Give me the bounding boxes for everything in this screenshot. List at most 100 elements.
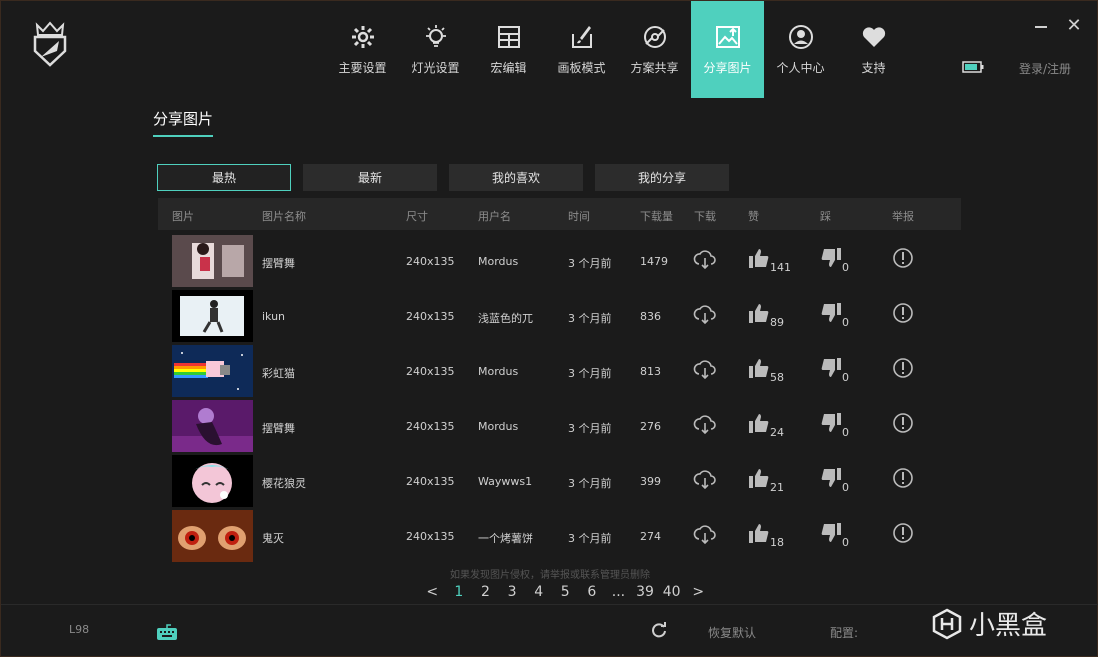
cell-time: 3 个月前 — [568, 312, 612, 325]
login-link[interactable]: 登录/注册 — [1019, 60, 1071, 77]
cell-size: 240x135 — [406, 420, 455, 433]
grid-icon — [495, 23, 523, 51]
cell-user: 浅蓝色的兀 — [478, 312, 533, 325]
page-button[interactable]: 1 — [446, 584, 473, 600]
download-icon[interactable] — [693, 302, 717, 326]
nav-label: 个人中心 — [776, 61, 825, 75]
column-header: 下载量 — [640, 210, 673, 223]
nav-item-0[interactable]: 主要设置 — [326, 1, 399, 98]
cell-name: ikun — [262, 310, 286, 323]
table-row: ikun 240x135 浅蓝色的兀 3 个月前 836 89 0 — [158, 288, 961, 343]
like-icon[interactable] — [748, 412, 772, 436]
tab-1[interactable]: 最新 — [303, 164, 437, 191]
thumbnail-image[interactable] — [172, 510, 253, 562]
nav-item-6[interactable]: 个人中心 — [764, 1, 837, 98]
report-icon[interactable] — [892, 467, 916, 491]
cell-time: 3 个月前 — [568, 257, 612, 270]
page-button[interactable]: 3 — [499, 584, 526, 600]
heart-icon — [860, 23, 888, 51]
cell-time: 3 个月前 — [568, 367, 612, 380]
table-row: 樱花狼灵 240x135 Waywws1 3 个月前 399 21 0 — [158, 453, 961, 508]
cell-name: 樱花狼灵 — [262, 477, 306, 490]
download-icon[interactable] — [693, 467, 717, 491]
thumbnail-image[interactable] — [172, 400, 253, 452]
prev-page-button[interactable]: < — [419, 584, 446, 600]
page-button[interactable]: 40 — [658, 584, 685, 600]
report-icon[interactable] — [892, 247, 916, 271]
column-header: 时间 — [568, 210, 590, 223]
dislike-icon[interactable] — [820, 412, 844, 436]
watermark-text: 小黑盒 — [969, 611, 1048, 641]
thumbnail-image[interactable] — [172, 345, 253, 397]
thumbnail-image[interactable] — [172, 235, 253, 287]
tab-2[interactable]: 我的喜欢 — [449, 164, 583, 191]
nav-label: 宏编辑 — [490, 61, 527, 75]
table-header: 图片 图片名称 尺寸 用户名 时间 下载量 下载 赞 踩 举报 — [158, 198, 961, 230]
like-icon[interactable] — [748, 522, 772, 546]
like-count: 89 — [770, 316, 784, 329]
cell-time: 3 个月前 — [568, 532, 612, 545]
dislike-icon[interactable] — [820, 357, 844, 381]
share-disc-icon — [641, 23, 669, 51]
dislike-icon[interactable] — [820, 302, 844, 326]
cell-name: 摆臂舞 — [262, 257, 295, 270]
nav-item-2[interactable]: 宏编辑 — [472, 1, 545, 98]
pagination: <1 2 3 4 5 6... 39 40 > — [419, 584, 712, 600]
restore-default-button[interactable]: 恢复默认 — [708, 624, 756, 641]
dislike-icon[interactable] — [820, 522, 844, 546]
thumbnail-image[interactable] — [172, 455, 253, 507]
tab-3[interactable]: 我的分享 — [595, 164, 729, 191]
report-icon[interactable] — [892, 412, 916, 436]
table-row: 彩虹猫 240x135 Mordus 3 个月前 813 58 0 — [158, 343, 961, 398]
nav-label: 分享图片 — [703, 61, 752, 75]
keyboard-icon[interactable] — [156, 623, 178, 641]
tab-0[interactable]: 最热 — [157, 164, 291, 191]
report-icon[interactable] — [892, 357, 916, 381]
page-title: 分享图片 — [153, 108, 214, 137]
like-icon[interactable] — [748, 467, 772, 491]
dislike-icon[interactable] — [820, 467, 844, 491]
nav-label: 主要设置 — [338, 61, 387, 75]
config-label: 配置: — [830, 626, 859, 640]
like-icon[interactable] — [748, 357, 772, 381]
cell-user: Waywws1 — [478, 475, 533, 488]
paint-icon — [568, 23, 596, 51]
cell-downloads: 813 — [640, 365, 661, 378]
column-header: 用户名 — [478, 210, 511, 223]
image-upload-icon — [714, 23, 742, 51]
download-icon[interactable] — [693, 357, 717, 381]
cell-size: 240x135 — [406, 255, 455, 268]
user-icon — [787, 23, 815, 51]
thumbnail-image[interactable] — [172, 290, 253, 342]
dislike-icon[interactable] — [820, 247, 844, 271]
next-page-button[interactable]: > — [685, 584, 712, 600]
column-header: 赞 — [748, 210, 759, 223]
report-icon[interactable] — [892, 522, 916, 546]
like-icon[interactable] — [748, 302, 772, 326]
close-button[interactable]: ✕ — [1065, 17, 1083, 35]
like-icon[interactable] — [748, 247, 772, 271]
nav-item-3[interactable]: 画板模式 — [545, 1, 618, 98]
download-icon[interactable] — [693, 412, 717, 436]
page-button[interactable]: 39 — [632, 584, 659, 600]
page-button[interactable]: 2 — [472, 584, 499, 600]
report-icon[interactable] — [892, 302, 916, 326]
page-button[interactable]: 5 — [552, 584, 579, 600]
column-header: 图片 — [172, 210, 194, 223]
minimize-button[interactable] — [1035, 26, 1047, 28]
nav-item-4[interactable]: 方案共享 — [618, 1, 691, 98]
refresh-icon[interactable] — [650, 621, 668, 639]
nav-item-5[interactable]: 分享图片 — [691, 1, 764, 98]
nav-item-1[interactable]: 灯光设置 — [399, 1, 472, 98]
battery-icon — [962, 61, 984, 73]
copyright-notice: 如果发现图片侵权，请举报或联系管理员删除 — [450, 570, 650, 581]
download-icon[interactable] — [693, 522, 717, 546]
like-count: 24 — [770, 426, 784, 439]
dislike-count: 0 — [842, 536, 849, 549]
cell-downloads: 836 — [640, 310, 661, 323]
page-button[interactable]: 4 — [525, 584, 552, 600]
nav-item-7[interactable]: 支持 — [837, 1, 910, 98]
download-icon[interactable] — [693, 247, 717, 271]
page-button[interactable]: 6 — [579, 584, 606, 600]
top-nav: 主要设置 灯光设置 宏编辑 画板模式 方案共享 分享图片 个人中心 支持 — [326, 1, 910, 98]
